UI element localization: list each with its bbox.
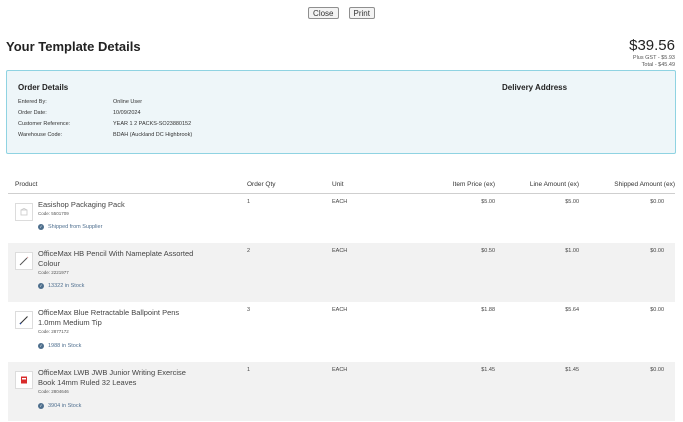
table-header: Product Order Qty Unit Item Price (ex) L… [8, 180, 675, 194]
stock-status: ✓ 13322 in Stock [38, 283, 84, 289]
col-order-qty: Order Qty [247, 181, 276, 188]
table-row[interactable]: OfficeMax LWB JWB Junior Writing Exercis… [8, 362, 675, 421]
check-circle-icon: ✓ [38, 283, 44, 289]
exercise-book-icon [15, 371, 33, 389]
stock-text: 13322 in Stock [48, 283, 85, 289]
close-button[interactable]: Close [308, 7, 339, 19]
pen-icon [15, 311, 33, 329]
detail-value: YEAR 1 2 PACKS-SO23880152 [113, 121, 192, 127]
stock-status: ✓ 3904 in Stock [38, 403, 81, 409]
product-name[interactable]: OfficeMax LWB JWB Junior Writing Exercis… [38, 368, 198, 388]
order-qty: 2 [247, 248, 251, 254]
print-button[interactable]: Print [348, 7, 375, 19]
order-qty: 3 [247, 307, 251, 313]
stock-status: ✓ Shipped from Supplier [38, 224, 102, 230]
item-price: $0.50 [481, 248, 495, 254]
col-shipped-amount: Shipped Amount (ex) [614, 181, 675, 188]
detail-warehouse-code: Warehouse Code: BDAH (Auckland DC Highbro… [18, 132, 192, 138]
order-amount: $39.56 [629, 37, 675, 54]
gst-amount: Plus GST - $5.93 [632, 55, 675, 61]
col-unit: Unit [332, 181, 344, 188]
unit: EACH [332, 367, 348, 373]
stock-text: 1988 in Stock [48, 343, 82, 349]
check-circle-icon: ✓ [38, 343, 44, 349]
item-price: $1.45 [481, 367, 495, 373]
stock-status: ✓ 1988 in Stock [38, 343, 81, 349]
detail-label: Entered By: [18, 99, 47, 105]
detail-label: Order Date: [18, 110, 47, 116]
col-item-price: Item Price (ex) [452, 181, 495, 188]
col-line-amount: Line Amount (ex) [529, 181, 579, 188]
order-details-heading: Order Details [18, 83, 69, 92]
pencil-icon [15, 252, 33, 270]
detail-value: 10/09/2024 [113, 110, 141, 116]
unit: EACH [332, 248, 348, 254]
product-name[interactable]: OfficeMax Blue Retractable Ballpoint Pen… [38, 308, 198, 328]
order-qty: 1 [247, 367, 251, 373]
line-amount: $1.45 [565, 367, 579, 373]
toolbar: Close Print [0, 7, 683, 19]
detail-order-date: Order Date: 10/09/2024 [18, 110, 141, 116]
shipped-amount: $0.00 [650, 248, 664, 254]
shipped-amount: $0.00 [650, 367, 664, 373]
line-amount: $5.00 [565, 199, 579, 205]
shipped-amount: $0.00 [650, 199, 664, 205]
order-totals: $39.56 Plus GST - $5.93 Total - $45.49 [629, 37, 675, 68]
unit: EACH [332, 307, 348, 313]
product-code: Code: 2221977 [38, 270, 69, 275]
detail-customer-reference: Customer Reference: YEAR 1 2 PACKS-SO2388… [18, 121, 191, 127]
item-price: $1.88 [481, 307, 495, 313]
delivery-address-heading: Delivery Address [502, 83, 568, 92]
detail-label: Warehouse Code: [18, 132, 63, 138]
product-name[interactable]: Easishop Packaging Pack [38, 200, 198, 210]
stock-text: Shipped from Supplier [48, 224, 103, 230]
col-product: Product [15, 181, 38, 188]
unit: EACH [332, 199, 348, 205]
total-amount: Total - $45.49 [641, 61, 675, 68]
page-title: Your Template Details [6, 39, 141, 54]
check-circle-icon: ✓ [38, 403, 44, 409]
table-row[interactable]: OfficeMax Blue Retractable Ballpoint Pen… [8, 302, 675, 361]
order-details-panel: Order Details Delivery Address Entered B… [6, 70, 676, 154]
detail-value: BDAH (Auckland DC Highbrook) [113, 132, 193, 138]
stock-text: 3904 in Stock [48, 403, 82, 409]
product-name[interactable]: OfficeMax HB Pencil With Nameplate Assor… [38, 249, 198, 269]
order-qty: 1 [247, 199, 251, 205]
detail-value: Online User [113, 99, 143, 105]
check-circle-icon: ✓ [38, 224, 44, 230]
detail-label: Customer Reference: [18, 121, 71, 127]
item-price: $5.00 [481, 199, 495, 205]
box-icon [15, 203, 33, 221]
shipped-amount: $0.00 [650, 307, 664, 313]
table-row[interactable]: OfficeMax HB Pencil With Nameplate Assor… [8, 243, 675, 302]
line-amount: $1.00 [565, 248, 579, 254]
detail-entered-by: Entered By: Online User [18, 99, 142, 105]
product-code: Code: 2877172 [38, 329, 69, 334]
line-amount: $5.64 [565, 307, 579, 313]
product-code: Code: 2804646 [38, 389, 69, 394]
product-code: Code: 5501709 [38, 211, 69, 216]
